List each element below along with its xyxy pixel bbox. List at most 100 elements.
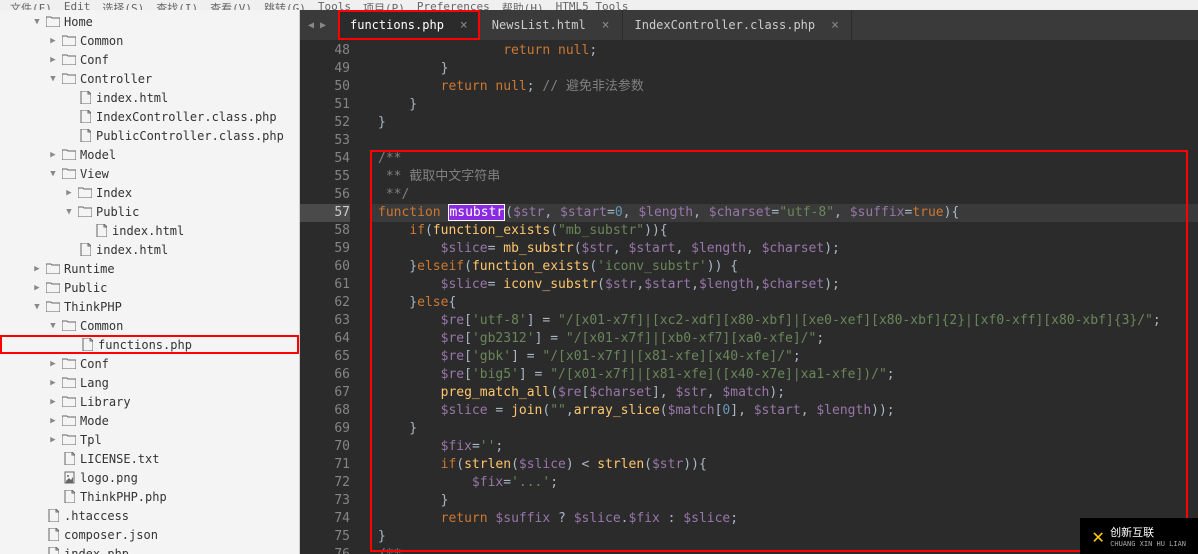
expand-arrow-icon[interactable]: ▼: [32, 17, 42, 27]
expand-arrow-icon[interactable]: ▶: [32, 283, 42, 293]
code-line[interactable]: $slice = join("",array_slice($match[0], …: [370, 402, 1198, 420]
code-line[interactable]: if(function_exists("mb_substr")){: [370, 222, 1198, 240]
code-content[interactable]: return null; } return null; // 避免非法参数 }}…: [370, 40, 1198, 554]
tree-file[interactable]: composer.json: [0, 525, 299, 544]
code-line[interactable]: ** 截取中文字符串: [370, 168, 1198, 186]
code-line[interactable]: [370, 132, 1198, 150]
tree-folder[interactable]: ▶Tpl: [0, 430, 299, 449]
code-line[interactable]: $re['big5'] = "/[x01-x7f]|[x81-xfe]([x40…: [370, 366, 1198, 384]
code-line[interactable]: }: [370, 60, 1198, 78]
code-line[interactable]: $re['gbk'] = "/[x01-x7f]|[x81-xfe][x40-x…: [370, 348, 1198, 366]
editor-tab[interactable]: functions.php×: [338, 10, 480, 40]
close-icon[interactable]: ×: [460, 18, 468, 33]
tree-file[interactable]: .htaccess: [0, 506, 299, 525]
close-icon[interactable]: ×: [602, 18, 610, 33]
line-number: 55: [300, 168, 350, 186]
code-line[interactable]: /**: [370, 150, 1198, 168]
tree-folder[interactable]: ▼View: [0, 164, 299, 183]
expand-arrow-icon[interactable]: ▼: [32, 302, 42, 312]
code-line[interactable]: $re['gb2312'] = "/[x01-x7f]|[xb0-xf7][xa…: [370, 330, 1198, 348]
code-line[interactable]: }elseif(function_exists('iconv_substr'))…: [370, 258, 1198, 276]
tree-file[interactable]: index.html: [0, 88, 299, 107]
code-line[interactable]: }: [370, 492, 1198, 510]
expand-arrow-icon[interactable]: ▶: [48, 36, 58, 46]
code-line[interactable]: }else{: [370, 294, 1198, 312]
tree-folder[interactable]: ▶Model: [0, 145, 299, 164]
expand-arrow-icon[interactable]: ▶: [48, 397, 58, 407]
expand-arrow-icon[interactable]: ▼: [48, 321, 58, 331]
code-line[interactable]: if(strlen($slice) < strlen($str)){: [370, 456, 1198, 474]
file-tree-sidebar[interactable]: ▼Home▶Common▶Conf▼Controllerindex.htmlIn…: [0, 10, 300, 554]
code-line[interactable]: }: [370, 114, 1198, 132]
expand-arrow-icon[interactable]: ▶: [48, 55, 58, 65]
menu-item[interactable]: Edit: [64, 0, 91, 10]
tree-folder[interactable]: ▶Index: [0, 183, 299, 202]
expand-arrow-icon[interactable]: ▶: [48, 416, 58, 426]
expand-arrow-icon[interactable]: ▼: [48, 169, 58, 179]
expand-arrow-icon[interactable]: ▶: [64, 188, 74, 198]
tree-folder[interactable]: ▼Controller: [0, 69, 299, 88]
menu-item[interactable]: 文件(F): [10, 0, 52, 10]
tree-item-label: index.html: [96, 91, 168, 105]
expand-arrow-icon[interactable]: ▶: [48, 378, 58, 388]
tree-folder[interactable]: ▶Mode: [0, 411, 299, 430]
tree-file[interactable]: index.php: [0, 544, 299, 554]
editor-tab[interactable]: IndexController.class.php×: [623, 10, 852, 40]
code-line[interactable]: return $suffix ? $slice.$fix : $slice;: [370, 510, 1198, 528]
menu-item[interactable]: Tools: [318, 0, 351, 10]
code-line[interactable]: $fix='';: [370, 438, 1198, 456]
code-line[interactable]: return null;: [370, 42, 1198, 60]
tree-file[interactable]: IndexController.class.php: [0, 107, 299, 126]
code-line[interactable]: }: [370, 96, 1198, 114]
code-line[interactable]: $slice= iconv_substr($str,$start,$length…: [370, 276, 1198, 294]
tree-folder[interactable]: ▶Library: [0, 392, 299, 411]
tree-folder[interactable]: ▼Common: [0, 316, 299, 335]
line-number: 49: [300, 60, 350, 78]
code-line[interactable]: /**: [370, 546, 1198, 554]
code-area[interactable]: 4849505152535455565758596061626364656667…: [300, 40, 1198, 554]
menu-item[interactable]: 查找(I): [156, 0, 198, 10]
menu-item[interactable]: 帮助(H): [502, 0, 544, 10]
tree-folder[interactable]: ▶Conf: [0, 354, 299, 373]
tree-file[interactable]: ThinkPHP.php: [0, 487, 299, 506]
menu-item[interactable]: 查看(V): [210, 0, 252, 10]
code-line[interactable]: preg_match_all($re[$charset], $str, $mat…: [370, 384, 1198, 402]
tree-folder[interactable]: ▼Public: [0, 202, 299, 221]
tree-folder[interactable]: ▶Conf: [0, 50, 299, 69]
code-line[interactable]: $slice= mb_substr($str, $start, $length,…: [370, 240, 1198, 258]
code-line[interactable]: }: [370, 528, 1198, 546]
menu-item[interactable]: Preferences: [417, 0, 490, 10]
code-line[interactable]: return null; // 避免非法参数: [370, 78, 1198, 96]
expand-arrow-icon[interactable]: ▶: [48, 435, 58, 445]
expand-arrow-icon[interactable]: ▼: [64, 207, 74, 217]
tree-file[interactable]: index.html: [0, 221, 299, 240]
expand-arrow-icon[interactable]: ▶: [48, 150, 58, 160]
code-line[interactable]: $fix='...';: [370, 474, 1198, 492]
expand-arrow-icon[interactable]: ▶: [32, 264, 42, 274]
tree-item-label: Runtime: [64, 262, 115, 276]
tree-folder[interactable]: ▶Common: [0, 31, 299, 50]
tree-file[interactable]: PublicController.class.php: [0, 126, 299, 145]
menu-item[interactable]: HTML5 Tools: [556, 0, 629, 10]
tree-folder[interactable]: ▶Lang: [0, 373, 299, 392]
tree-folder[interactable]: ▼Home: [0, 12, 299, 31]
tree-folder[interactable]: ▶ Runtime: [0, 259, 299, 278]
tree-file[interactable]: LICENSE.txt: [0, 449, 299, 468]
tree-file[interactable]: logo.png: [0, 468, 299, 487]
menu-item[interactable]: 选择(S): [102, 0, 144, 10]
tree-folder[interactable]: ▼ThinkPHP: [0, 297, 299, 316]
menu-item[interactable]: 项目(P): [363, 0, 405, 10]
editor-tab[interactable]: NewsList.html×: [480, 10, 623, 40]
code-line[interactable]: function msubstr($str, $start=0, $length…: [370, 204, 1198, 222]
tree-file[interactable]: functions.php: [0, 335, 299, 354]
tab-nav-arrows[interactable]: ◀ ▶: [308, 20, 326, 31]
code-line[interactable]: }: [370, 420, 1198, 438]
tree-folder[interactable]: ▶Public: [0, 278, 299, 297]
close-icon[interactable]: ×: [831, 18, 839, 33]
tree-file[interactable]: index.html: [0, 240, 299, 259]
expand-arrow-icon[interactable]: ▶: [48, 359, 58, 369]
code-line[interactable]: **/: [370, 186, 1198, 204]
menu-item[interactable]: 跳转(G): [264, 0, 306, 10]
code-line[interactable]: $re['utf-8'] = "/[x01-x7f]|[xc2-xdf][x80…: [370, 312, 1198, 330]
expand-arrow-icon[interactable]: ▼: [48, 74, 58, 84]
